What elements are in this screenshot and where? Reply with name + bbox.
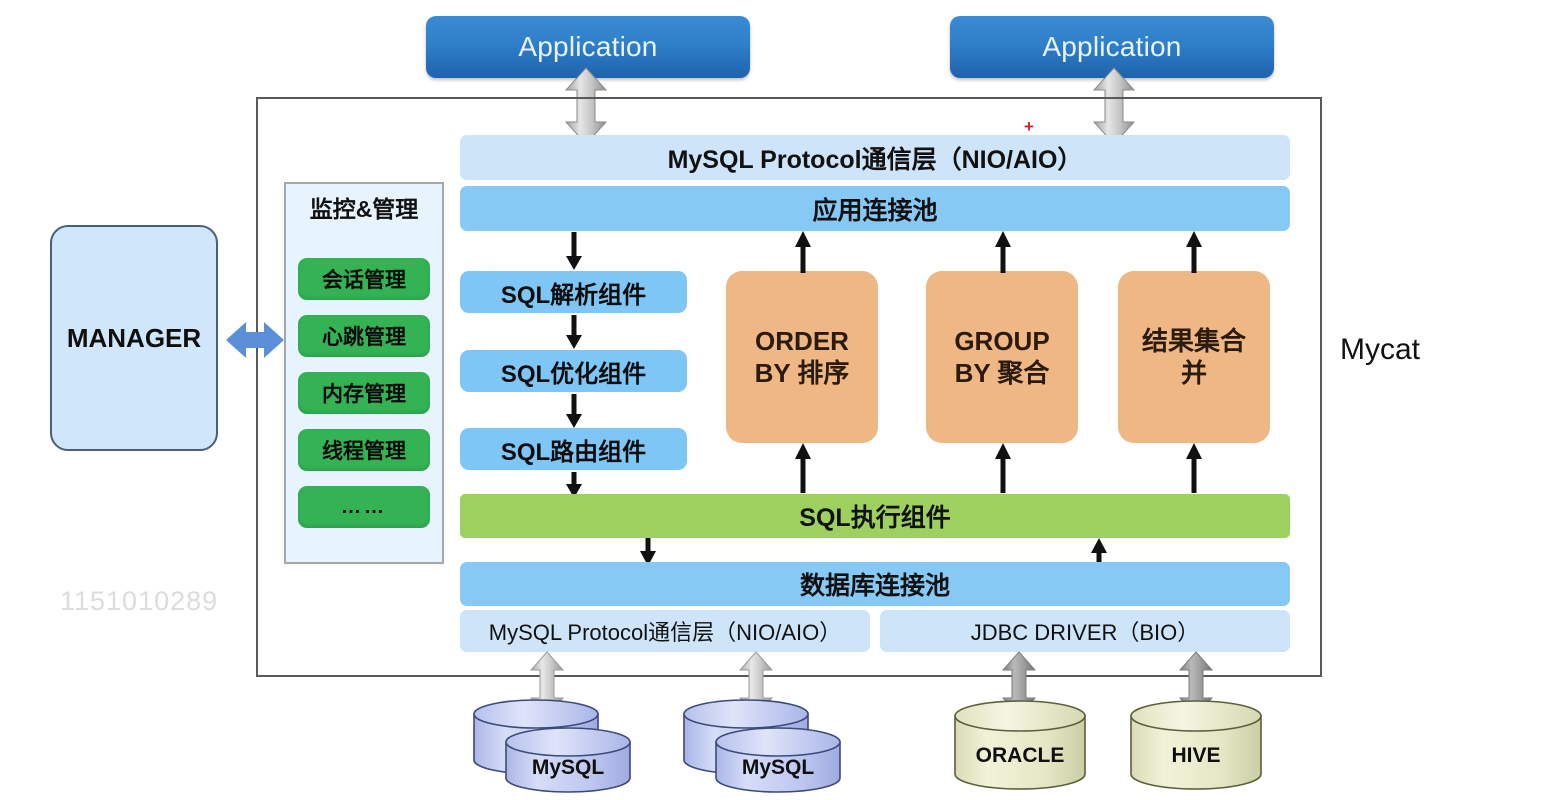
arrow-up-exec-to-merge [1184,443,1204,493]
blue-double-arrow-manager [224,318,286,367]
group-by-line1: GROUP [954,325,1050,356]
sql-optimize-component: SQL优化组件 [460,350,687,392]
arrow-up-group-to-pool [993,231,1013,273]
monitor-item-memory[interactable]: 内存管理 [298,372,430,414]
sql-exec-component: SQL执行组件 [460,494,1290,538]
monitor-item-more[interactable]: …… [298,486,430,528]
manager-label: MANAGER [66,322,202,353]
result-merge-box: 结果集合 并 [1118,271,1270,443]
red-plus-marker: + [1024,117,1034,136]
jdbc-driver-bar: JDBC DRIVER（BIO） [880,610,1290,652]
sql-component-label: SQL解析组件 [500,281,647,309]
monitor-panel: 监控&管理 会话管理 心跳管理 内存管理 线程管理 …… [284,182,444,564]
sql-exec-label: SQL执行组件 [799,504,951,532]
database-mysql-1: MySQL [472,698,632,799]
monitor-panel-title: 监控&管理 [309,196,419,222]
database-label: ORACLE [975,744,1065,767]
mycat-label: Mycat [1340,333,1421,366]
arrow-down-to-sql-optimize [564,315,584,349]
database-hive: HIVE [1128,700,1264,799]
monitor-item-thread[interactable]: 线程管理 [298,429,430,471]
monitor-item-label: 内存管理 [322,383,406,406]
app-connection-pool-label: 应用连接池 [812,196,938,225]
arrow-up-exec-to-group [993,443,1013,493]
order-by-line2: BY 排序 [754,358,850,388]
database-label: MySQL [741,756,815,779]
db-connection-pool: 数据库连接池 [460,562,1290,606]
database-mysql-2: MySQL [682,698,842,799]
result-merge-line2: 并 [1180,358,1207,388]
group-by-line2: BY 聚合 [954,358,1050,388]
monitor-item-label: 线程管理 [322,440,406,463]
monitor-item-label: 心跳管理 [322,326,406,349]
monitor-item-session[interactable]: 会话管理 [298,258,430,300]
sql-component-label: SQL优化组件 [500,360,647,388]
sql-parse-component: SQL解析组件 [460,271,687,313]
group-by-box: GROUP BY 聚合 [926,271,1078,443]
arrow-down-to-sql-parse [564,232,584,270]
arrow-up-exec-to-order [793,443,813,493]
result-merge-line1: 结果集合 [1141,325,1246,356]
protocol-layer-top: MySQL Protocol通信层（NIO/AIO） [460,135,1290,180]
driver-label: MySQL Protocol通信层（NIO/AIO） [488,620,842,645]
arrow-down-to-sql-route [564,394,584,428]
application-label: Application [1042,31,1182,62]
monitor-item-heartbeat[interactable]: 心跳管理 [298,315,430,357]
protocol-layer-label: MySQL Protocol通信层（NIO/AIO） [667,145,1083,174]
app-connection-pool: 应用连接池 [460,186,1290,231]
database-label: MySQL [531,756,605,779]
order-by-line1: ORDER [755,325,849,356]
sql-component-label: SQL路由组件 [500,438,647,466]
sql-route-component: SQL路由组件 [460,428,687,470]
monitor-item-label: 会话管理 [322,269,406,292]
application-label: Application [518,31,658,62]
database-label: HIVE [1171,744,1221,767]
db-connection-pool-label: 数据库连接池 [799,572,950,600]
database-oracle: ORACLE [952,700,1088,799]
mysql-protocol-driver-bar: MySQL Protocol通信层（NIO/AIO） [460,610,870,652]
arrow-up-order-to-pool [793,231,813,273]
manager-box: MANAGER [50,225,218,451]
driver-label: JDBC DRIVER（BIO） [970,620,1200,645]
monitor-item-label: …… [341,495,387,518]
arrow-up-merge-to-pool [1184,231,1204,273]
watermark: 1151010289 [60,586,219,616]
order-by-box: ORDER BY 排序 [726,271,878,443]
